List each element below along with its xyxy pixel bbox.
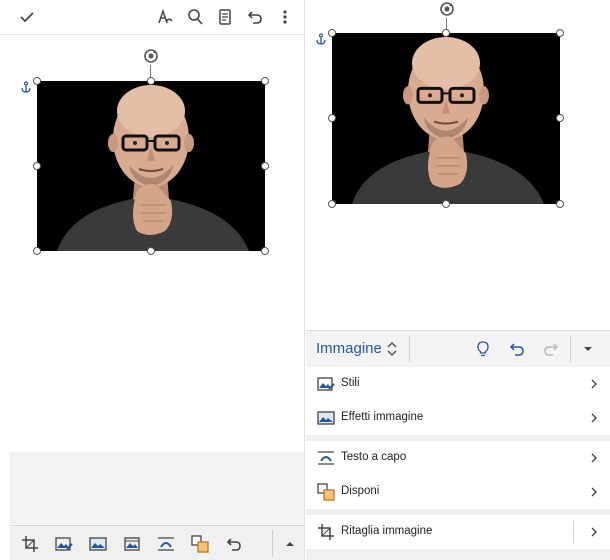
picture-styles-icon[interactable]	[54, 534, 74, 554]
expand-up-icon[interactable]	[280, 534, 300, 554]
rotate-handle-icon[interactable]	[142, 47, 160, 65]
resize-handle-bottom-left[interactable]	[328, 200, 336, 208]
undo-icon[interactable]	[244, 6, 266, 28]
rotate-handle-icon[interactable]	[438, 0, 456, 18]
resize-handle-top-left[interactable]	[328, 29, 336, 37]
resize-handle-top-right[interactable]	[261, 77, 269, 85]
menu-bottom-space	[306, 549, 610, 560]
top-toolbar	[0, 0, 304, 35]
picture-styles-icon	[317, 377, 335, 391]
anchor-icon	[21, 81, 31, 93]
ribbon-divider	[570, 336, 571, 362]
menu-item-disponi[interactable]: Disponi	[306, 475, 610, 510]
picture-effects-icon[interactable]	[88, 534, 108, 554]
menu-item-label: Testo a capo	[341, 451, 407, 463]
resize-handle-bottom[interactable]	[442, 200, 450, 208]
wrap-text-icon	[318, 451, 334, 465]
menu-item-ritaglia-immagine[interactable]: Ritaglia immagine	[306, 515, 610, 550]
anchor-icon	[316, 33, 326, 45]
chevron-right-icon	[591, 527, 597, 537]
resize-handle-right[interactable]	[261, 162, 269, 170]
ribbon-divider	[409, 336, 410, 362]
bottom-toolbar	[10, 525, 304, 560]
undo-icon[interactable]	[507, 339, 527, 359]
resize-handle-left[interactable]	[328, 114, 336, 122]
chevron-right-icon	[591, 453, 597, 463]
checkmark-icon[interactable]	[16, 6, 38, 28]
picture-effects-icon	[317, 411, 335, 425]
search-icon[interactable]	[184, 6, 206, 28]
undo-icon[interactable]	[224, 534, 244, 554]
tab-switch-icon[interactable]	[382, 339, 402, 359]
menu-item-testo-a-capo[interactable]: Testo a capo	[306, 441, 610, 476]
resize-handle-bottom-right[interactable]	[261, 247, 269, 255]
resize-handle-top-left[interactable]	[33, 77, 41, 85]
arrange-icon	[317, 483, 335, 501]
crop-icon	[318, 524, 334, 540]
resize-handle-left[interactable]	[33, 162, 41, 170]
reading-view-icon[interactable]	[214, 6, 236, 28]
menu-item-label: Disponi	[341, 485, 380, 497]
resize-handle-bottom-left[interactable]	[33, 247, 41, 255]
selected-picture[interactable]	[332, 33, 560, 204]
chevron-right-icon	[591, 379, 597, 389]
row-divider	[573, 521, 574, 543]
ribbon-tab-label[interactable]: Immagine	[316, 340, 382, 357]
menu-item-effetti-immagine[interactable]: Effetti immagine	[306, 401, 610, 436]
resize-handle-top-right[interactable]	[556, 29, 564, 37]
menu-item-label: Effetti immagine	[341, 411, 424, 423]
picture-options-icon[interactable]	[122, 534, 142, 554]
toolbar-divider	[272, 530, 273, 557]
ribbon-header: Immagine	[306, 330, 610, 368]
menu-item-label: Ritaglia immagine	[341, 525, 433, 537]
resize-handle-top[interactable]	[147, 77, 155, 85]
pen-draw-icon[interactable]	[154, 6, 176, 28]
resize-handle-right[interactable]	[556, 114, 564, 122]
selected-picture[interactable]	[37, 81, 265, 251]
wrap-text-icon[interactable]	[156, 534, 176, 554]
resize-handle-bottom-right[interactable]	[556, 200, 564, 208]
resize-handle-bottom[interactable]	[147, 247, 155, 255]
right-screen: Immagine Stili Effetti immagine Testo a …	[306, 0, 610, 560]
menu-item-label: Stili	[341, 377, 360, 389]
left-screen	[0, 0, 305, 560]
crop-icon[interactable]	[20, 534, 40, 554]
keyboard-placeholder	[10, 452, 304, 524]
lightbulb-icon[interactable]	[473, 339, 493, 359]
resize-handle-top[interactable]	[442, 29, 450, 37]
collapse-icon[interactable]	[578, 339, 598, 359]
chevron-right-icon	[591, 413, 597, 423]
menu-item-stili[interactable]: Stili	[306, 367, 610, 402]
more-icon[interactable]	[274, 6, 296, 28]
chevron-right-icon	[591, 487, 597, 497]
arrange-icon[interactable]	[190, 534, 210, 554]
redo-icon[interactable]	[541, 339, 561, 359]
